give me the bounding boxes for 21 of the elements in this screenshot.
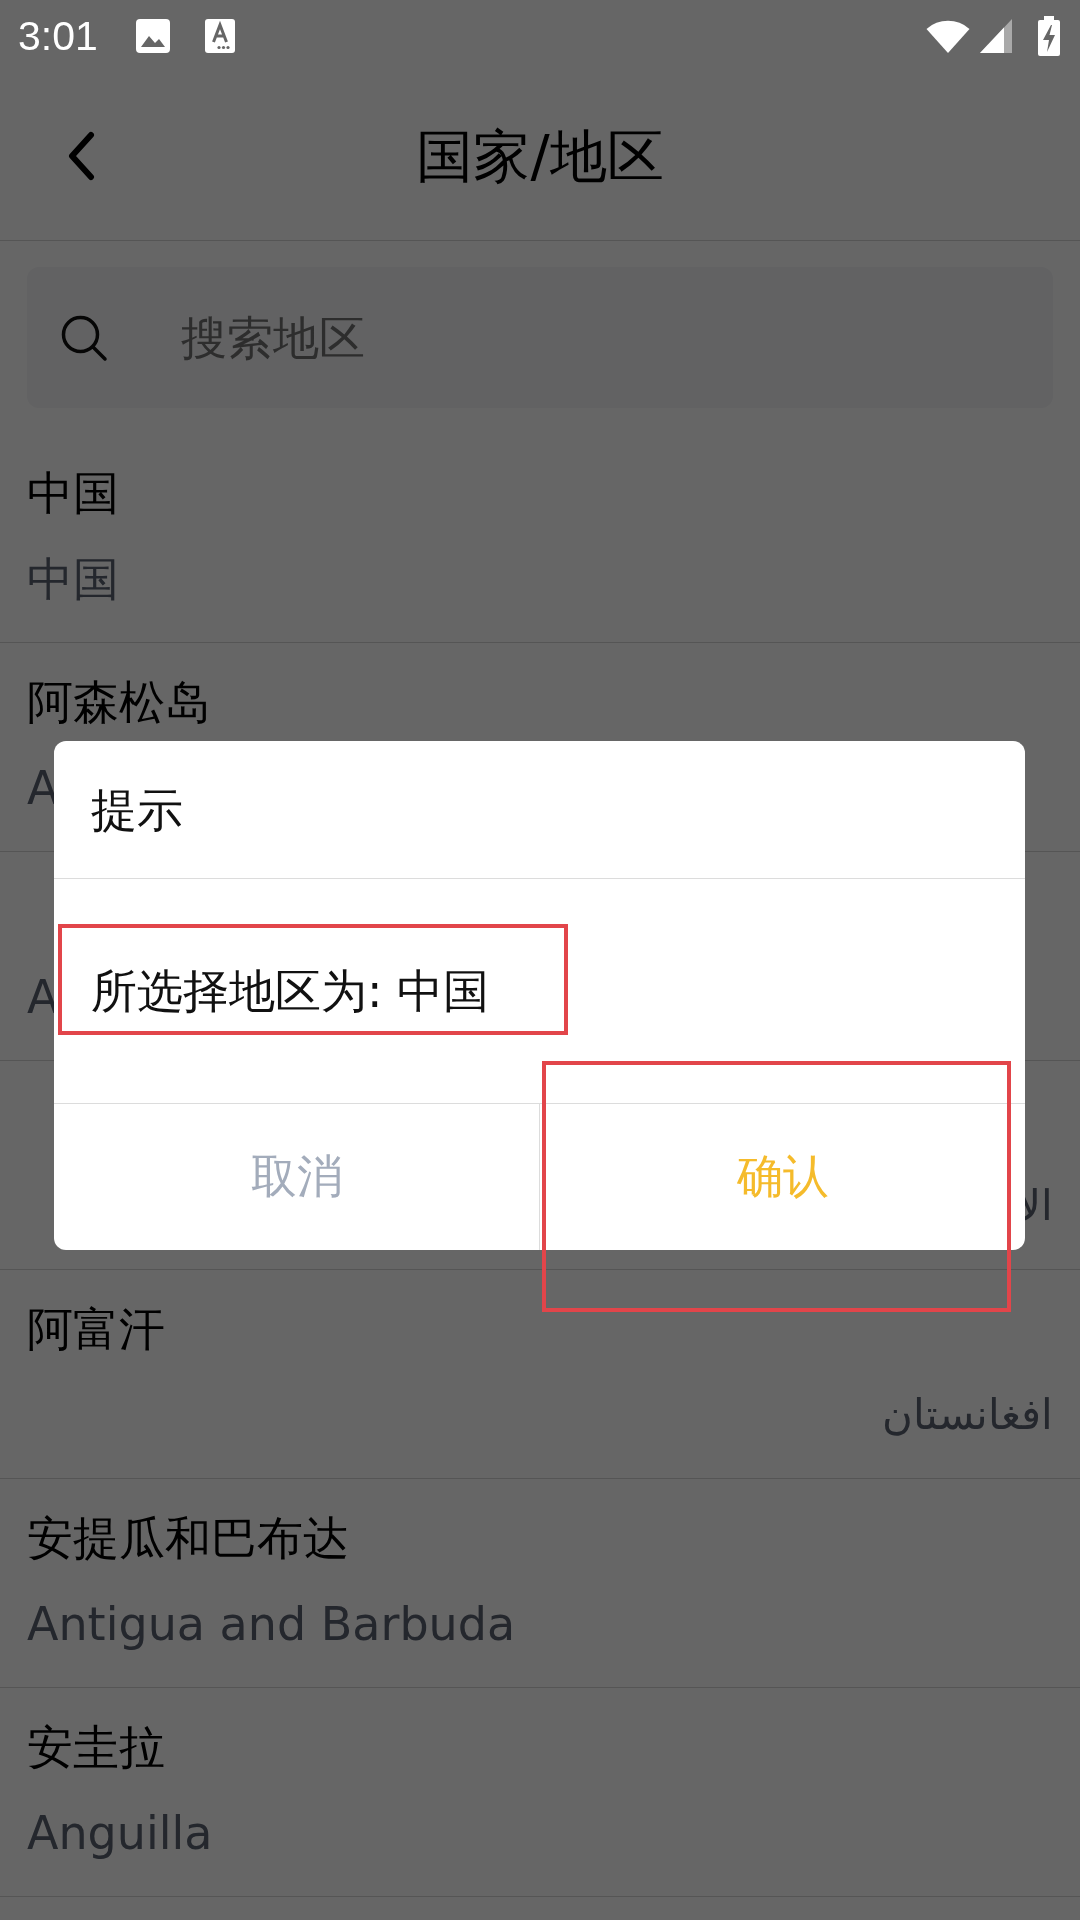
page-title: 国家/地区 (416, 122, 664, 191)
country-name[interactable]: 阿森松岛 (27, 675, 211, 729)
country-name[interactable]: 安圭拉 (27, 1720, 165, 1774)
wifi-icon (926, 19, 970, 53)
status-time: 3:01 (18, 12, 98, 60)
country-native-name: افغانستان (882, 1391, 1053, 1438)
country-name[interactable]: 阿富汗 (27, 1302, 165, 1356)
battery-charging-icon (1038, 16, 1060, 56)
font-icon (204, 19, 235, 53)
cancel-button[interactable]: 取消 (54, 1104, 539, 1250)
signal-icon (980, 19, 1012, 53)
image-icon (135, 19, 170, 53)
country-native-name: Anguilla (27, 1806, 213, 1860)
country-native-name: Antigua and Barbuda (27, 1597, 516, 1651)
chevron-left-icon (66, 131, 96, 181)
country-native-name: 中国 (27, 552, 119, 606)
country-name[interactable]: 安提瓜和巴布达 (27, 1511, 349, 1565)
country-name[interactable]: 中国 (27, 466, 119, 520)
dialog-title: 提示 (91, 781, 183, 839)
search-icon (60, 313, 108, 362)
dialog-message: 所选择地区为: 中国 (91, 963, 490, 1020)
